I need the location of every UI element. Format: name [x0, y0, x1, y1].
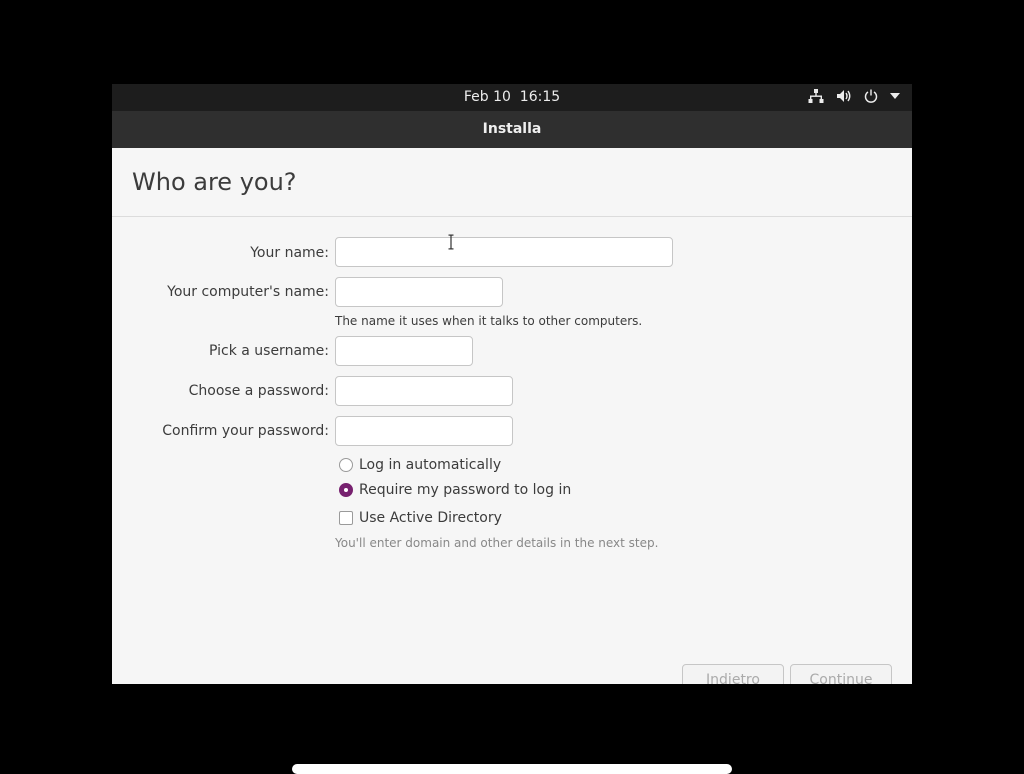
system-tray[interactable] — [808, 89, 900, 103]
clock[interactable]: Feb 10 16:15 — [112, 89, 912, 105]
date: Feb 10 — [463, 89, 511, 105]
dropdown-arrow-icon[interactable] — [890, 93, 900, 99]
require-password-label: Require my password to log in — [359, 482, 572, 498]
active-directory-label: Use Active Directory — [359, 510, 502, 526]
computer-name-label: Your computer's name: — [167, 284, 329, 300]
power-icon[interactable] — [864, 89, 878, 103]
time: 16:15 — [519, 89, 561, 105]
name-label: Your name: — [250, 245, 329, 261]
dock-edge — [292, 764, 732, 774]
back-button[interactable]: Indietro — [682, 664, 784, 684]
login-auto-radio[interactable] — [339, 458, 353, 472]
continue-button[interactable]: Continue — [790, 664, 892, 684]
page-title: Who are you? — [132, 168, 297, 196]
active-directory-hint: You'll enter domain and other details in… — [335, 536, 659, 550]
confirm-password-label: Confirm your password: — [162, 423, 329, 439]
network-icon[interactable] — [808, 89, 824, 103]
text-cursor-icon — [448, 234, 454, 254]
top-bar: Feb 10 16:15 — [112, 84, 912, 111]
require-password-radio[interactable] — [339, 483, 353, 497]
username-field[interactable] — [335, 336, 473, 366]
window-title: Installa — [112, 111, 912, 148]
active-directory-option[interactable]: Use Active Directory — [339, 510, 502, 526]
computer-name-hint: The name it uses when it talks to other … — [335, 314, 643, 328]
computer-name-field[interactable] — [335, 277, 503, 307]
active-directory-checkbox[interactable] — [339, 511, 353, 525]
login-auto-option[interactable]: Log in automatically — [339, 457, 501, 473]
require-password-option[interactable]: Require my password to log in — [339, 482, 571, 498]
divider — [112, 216, 912, 217]
login-auto-label: Log in automatically — [359, 457, 502, 473]
password-label: Choose a password: — [188, 383, 329, 399]
password-field[interactable] — [335, 376, 513, 406]
name-field[interactable] — [335, 237, 673, 267]
volume-icon[interactable] — [836, 89, 852, 103]
confirm-password-field[interactable] — [335, 416, 513, 446]
installer-screen: Feb 10 16:15 Installa Who are you? Your … — [112, 84, 912, 684]
username-label: Pick a username: — [208, 343, 329, 359]
